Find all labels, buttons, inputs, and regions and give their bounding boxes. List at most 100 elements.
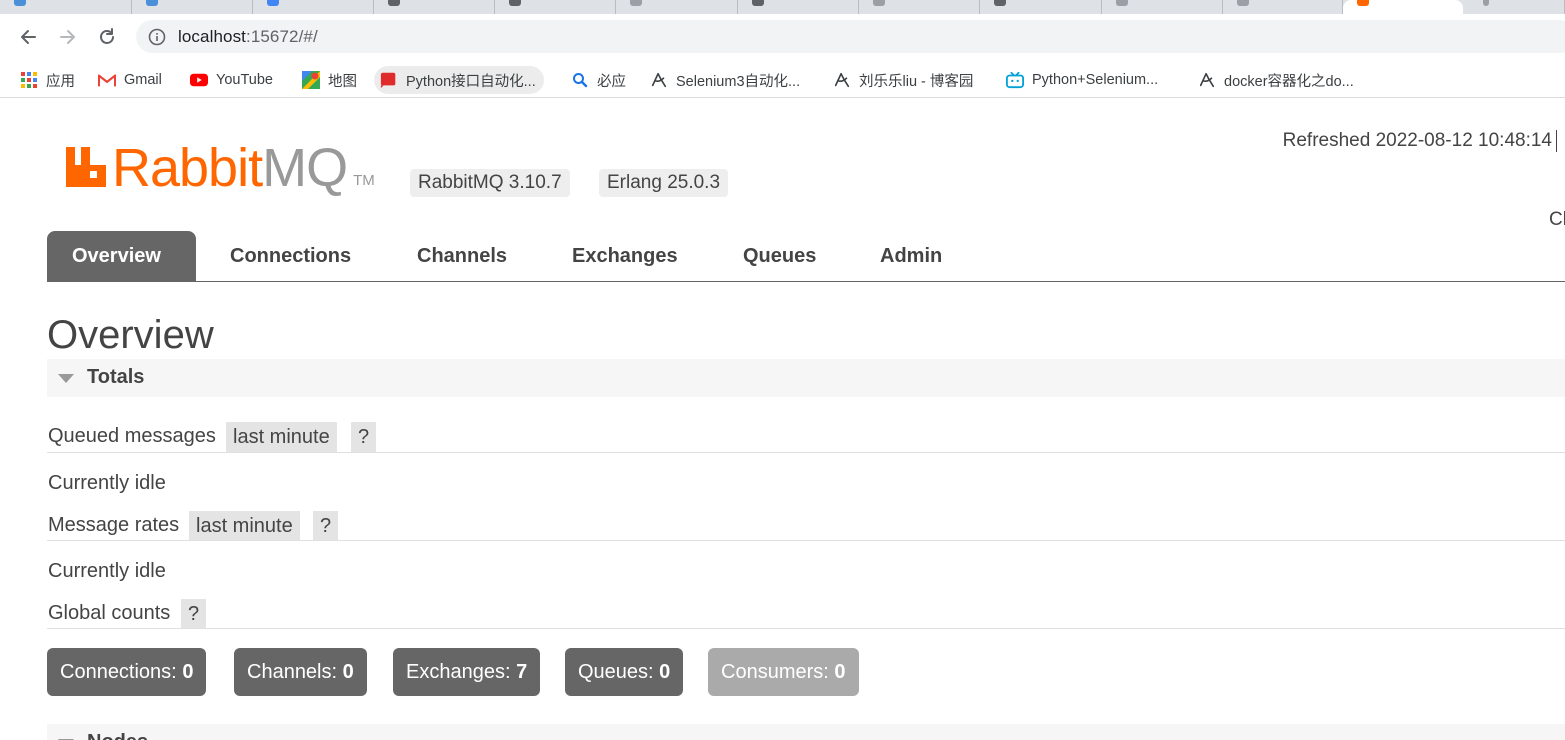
queues-count-button[interactable]: Queues: 0	[565, 648, 684, 696]
bookmark-gmail[interactable]: Gmail	[98, 66, 162, 94]
gmail-icon	[98, 71, 116, 89]
bookmark-maps[interactable]: 地图	[302, 66, 357, 94]
nodes-section-toggle[interactable]: Nodes	[47, 724, 1565, 740]
url-text[interactable]: localhost:15672/#/	[178, 27, 318, 47]
browser-tab[interactable]	[495, 0, 616, 14]
rabbitmq-version-tag: RabbitMQ 3.10.7	[410, 169, 570, 197]
count-label: Exchanges:	[406, 661, 511, 683]
count-value: 7	[516, 661, 528, 683]
forward-button[interactable]	[53, 22, 83, 52]
browser-tab[interactable]	[1223, 0, 1343, 14]
browser-tab[interactable]	[980, 0, 1102, 14]
collapse-triangle-icon	[58, 374, 74, 383]
bookmark-bing[interactable]: 必应	[571, 66, 626, 94]
cnblogs-icon	[1198, 71, 1216, 89]
global-counts-help-button[interactable]: ?	[181, 599, 207, 629]
count-label: Queues:	[578, 661, 654, 683]
message-rates-status: Currently idle	[48, 560, 166, 582]
browser-tab[interactable]	[132, 0, 253, 14]
bookmark-python-selenium[interactable]: Python+Selenium...	[1006, 66, 1158, 94]
bookmarks-bar: 应用 Gmail YouTube 地图 Python接口自动化... 必应 Se…	[0, 60, 1565, 98]
tab-admin[interactable]: Admin	[855, 231, 967, 281]
back-button[interactable]	[13, 22, 43, 52]
erlang-version-tag: Erlang 25.0.3	[599, 169, 729, 197]
queued-messages-range-selector[interactable]: last minute	[226, 422, 337, 452]
url-path: :15672/#/	[246, 27, 318, 46]
bookmark-python-api[interactable]: Python接口自动化...	[374, 66, 544, 94]
global-counts-label: Global counts	[48, 602, 171, 624]
red-bookmark-icon	[380, 71, 398, 89]
browser-tab[interactable]	[859, 0, 980, 14]
bookmark-label: Python+Selenium...	[1032, 72, 1159, 88]
refreshed-text: Refreshed 2022-08-12 10:48:14	[1282, 130, 1552, 152]
browser-tab[interactable]	[1102, 0, 1223, 14]
bookmark-label: docker容器化之do...	[1224, 73, 1354, 90]
site-info-icon[interactable]	[148, 28, 166, 46]
refresh-divider	[1556, 130, 1557, 152]
bookmark-label: Python接口自动化...	[406, 73, 536, 90]
bookmark-liulele-blog[interactable]: 刘乐乐liu - 博客园	[833, 66, 973, 94]
url-host: localhost	[178, 27, 246, 46]
tab-channels[interactable]: Channels	[392, 231, 532, 281]
tab-queues[interactable]: Queues	[718, 231, 841, 281]
browser-tab-strip	[0, 0, 1565, 14]
rabbitmq-wordmark: RabbitMQ	[112, 138, 348, 198]
nodes-section-label: Nodes	[87, 731, 148, 740]
bookmark-docker[interactable]: docker容器化之do...	[1198, 66, 1354, 94]
bilibili-icon	[1006, 71, 1024, 89]
count-value: 0	[834, 661, 846, 683]
cluster-name-label: Cl	[1549, 209, 1565, 230]
maps-icon	[302, 71, 320, 89]
divider	[47, 540, 1565, 541]
main-nav-tabs: Overview Connections Channels Exchanges …	[47, 231, 1565, 282]
bookmark-label: Selenium3自动化...	[676, 73, 801, 90]
address-bar[interactable]: localhost:15672/#/	[136, 20, 1565, 53]
browser-tab[interactable]	[0, 0, 132, 14]
channels-count-button[interactable]: Channels: 0	[234, 648, 367, 696]
browser-tab[interactable]	[738, 0, 859, 14]
bookmark-selenium3[interactable]: Selenium3自动化...	[650, 66, 800, 94]
bookmark-apps[interactable]: 应用	[20, 66, 75, 94]
message-rates-help-button[interactable]: ?	[313, 511, 339, 541]
logo-trademark: TM	[353, 172, 375, 189]
bookmark-label: Gmail	[124, 72, 162, 88]
count-label: Consumers:	[721, 661, 829, 683]
bookmark-label: 地图	[328, 73, 357, 90]
message-rates-label: Message rates	[48, 514, 180, 536]
browser-tab-active[interactable]	[1343, 0, 1463, 14]
count-value: 0	[182, 661, 194, 683]
cnblogs-icon	[833, 71, 851, 89]
browser-tab[interactable]	[374, 0, 495, 14]
browser-tab[interactable]	[253, 0, 374, 14]
count-label: Channels:	[247, 661, 338, 683]
count-value: 0	[659, 661, 671, 683]
totals-section-toggle[interactable]: Totals	[47, 359, 1565, 397]
browser-tab[interactable]	[1463, 0, 1565, 14]
divider	[47, 628, 1565, 629]
bookmark-label: 应用	[46, 73, 75, 90]
bookmark-youtube[interactable]: YouTube	[190, 66, 273, 94]
queued-messages-status: Currently idle	[48, 472, 166, 494]
queued-messages-help-button[interactable]: ?	[351, 422, 377, 452]
bing-search-icon	[571, 71, 589, 89]
reload-icon	[100, 28, 114, 44]
bookmark-label: YouTube	[216, 72, 273, 88]
back-arrow-icon	[21, 30, 36, 44]
tab-connections[interactable]: Connections	[205, 231, 376, 281]
reload-button[interactable]	[92, 22, 122, 52]
cnblogs-icon	[650, 71, 668, 89]
exchanges-count-button[interactable]: Exchanges: 7	[393, 648, 541, 696]
totals-section-label: Totals	[87, 366, 145, 388]
apps-grid-icon	[20, 71, 38, 89]
message-rates-range-selector[interactable]: last minute	[189, 511, 300, 541]
browser-tab[interactable]	[616, 0, 738, 14]
connections-count-button[interactable]: Connections: 0	[47, 648, 207, 696]
logo-text-mq: MQ	[262, 138, 348, 198]
tab-exchanges[interactable]: Exchanges	[547, 231, 703, 281]
forward-arrow-icon	[60, 30, 75, 44]
tab-overview[interactable]: Overview	[47, 231, 196, 281]
rabbitmq-logo[interactable]: RabbitMQ TM	[64, 139, 375, 195]
count-value: 0	[342, 661, 354, 683]
bookmark-label: 刘乐乐liu - 博客园	[859, 73, 974, 90]
count-label: Connections:	[60, 661, 177, 683]
